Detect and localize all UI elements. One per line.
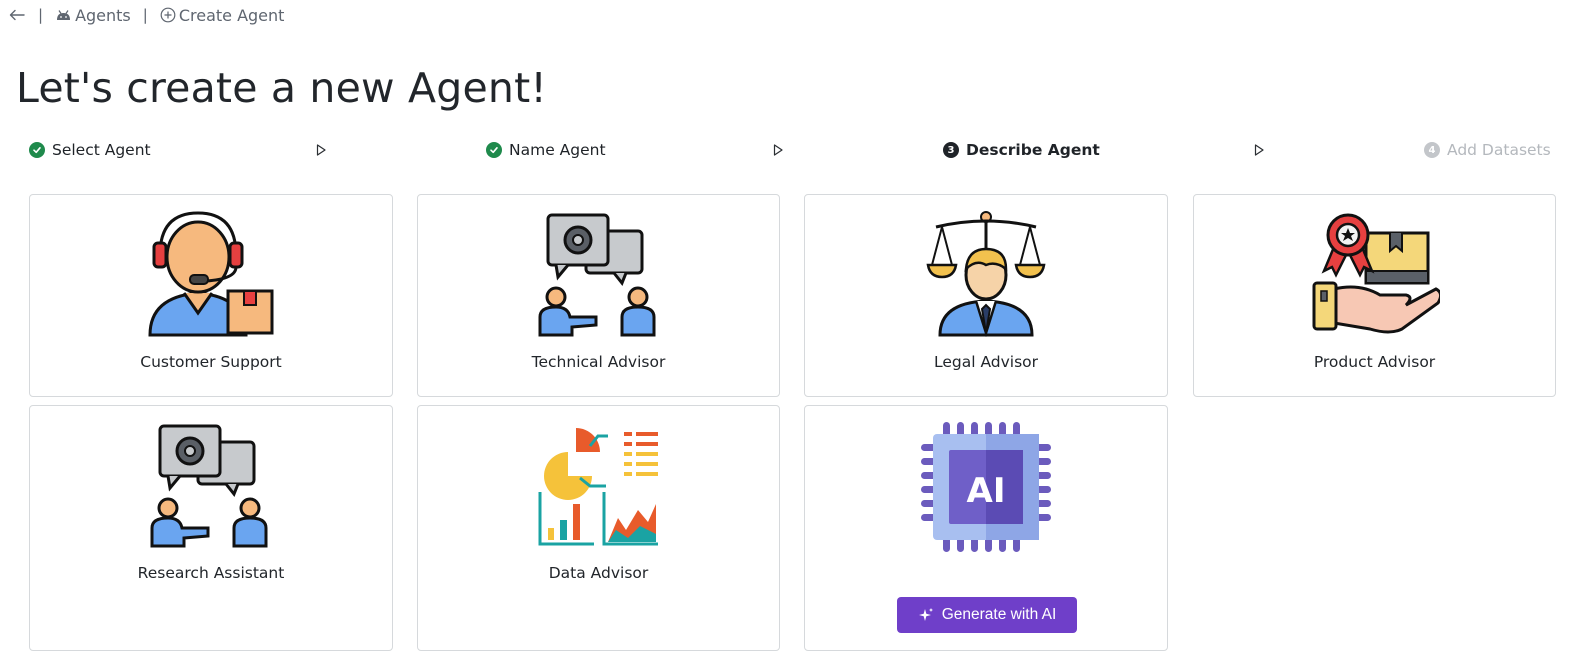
agent-card-generate-ai: AI Generate with AI: [804, 405, 1168, 651]
play-arrow-icon: [773, 144, 783, 156]
agent-card-product-advisor[interactable]: Product Advisor: [1193, 194, 1556, 397]
generate-with-ai-label: Generate with AI: [941, 606, 1057, 623]
step-label: Name Agent: [509, 141, 606, 159]
sparkle-icon: [918, 608, 933, 621]
step-number-badge: 4: [1424, 142, 1440, 158]
plus-circle-icon: [160, 7, 176, 23]
step-describe-agent[interactable]: 3 Describe Agent: [943, 138, 1100, 162]
back-button[interactable]: [8, 6, 26, 24]
robot-icon: [57, 10, 71, 20]
breadcrumb-separator: |: [142, 6, 148, 24]
breadcrumb-separator: |: [38, 6, 44, 24]
research-assistant-icon: [150, 424, 268, 548]
agent-card-label: Legal Advisor: [933, 353, 1039, 371]
page-title: Let's create a new Agent!: [16, 64, 547, 112]
play-arrow-icon: [1254, 144, 1264, 156]
ai-chip-icon: AI: [921, 422, 1051, 552]
arrow-left-icon: [9, 9, 25, 21]
generate-with-ai-button[interactable]: Generate with AI: [897, 597, 1077, 633]
breadcrumb-create-agent[interactable]: Create Agent: [160, 5, 285, 25]
agent-card-legal-advisor[interactable]: Legal Advisor: [804, 194, 1168, 397]
step-add-datasets[interactable]: 4 Add Datasets: [1424, 138, 1551, 162]
stepper: Select Agent Name Agent 3 Describe Agent…: [0, 138, 1579, 162]
customer-support-icon: [148, 211, 274, 337]
data-advisor-icon: [538, 428, 658, 546]
step-number-badge: 3: [943, 142, 959, 158]
agent-card-research-assistant[interactable]: Research Assistant: [29, 405, 393, 651]
breadcrumb-agents-label: Agents: [75, 5, 131, 25]
step-label: Select Agent: [52, 141, 151, 159]
step-label: Describe Agent: [966, 141, 1100, 159]
agent-card-label: Technical Advisor: [531, 353, 666, 371]
technical-advisor-icon: [538, 213, 655, 337]
legal-advisor-icon: [926, 211, 1046, 337]
breadcrumb-create-label: Create Agent: [178, 5, 285, 25]
breadcrumb: | Agents | Create Agent: [8, 4, 284, 26]
product-advisor-icon: [1312, 213, 1440, 334]
check-circle-icon: [29, 142, 45, 158]
step-name-agent[interactable]: Name Agent: [486, 138, 606, 162]
agent-card-label: Product Advisor: [1313, 353, 1436, 371]
agent-card-data-advisor[interactable]: Data Advisor: [417, 405, 780, 651]
step-select-agent[interactable]: Select Agent: [29, 138, 151, 162]
step-label: Add Datasets: [1447, 141, 1551, 159]
breadcrumb-agents-link[interactable]: Agents: [55, 6, 131, 25]
agent-card-label: Research Assistant: [137, 564, 285, 582]
agent-card-label: Data Advisor: [548, 564, 649, 582]
check-circle-icon: [486, 142, 502, 158]
svg-text:AI: AI: [967, 471, 1006, 511]
agent-card-technical-advisor[interactable]: Technical Advisor: [417, 194, 780, 397]
agent-card-label: Customer Support: [140, 353, 282, 371]
play-arrow-icon: [316, 144, 326, 156]
agent-card-customer-support[interactable]: Customer Support: [29, 194, 393, 397]
